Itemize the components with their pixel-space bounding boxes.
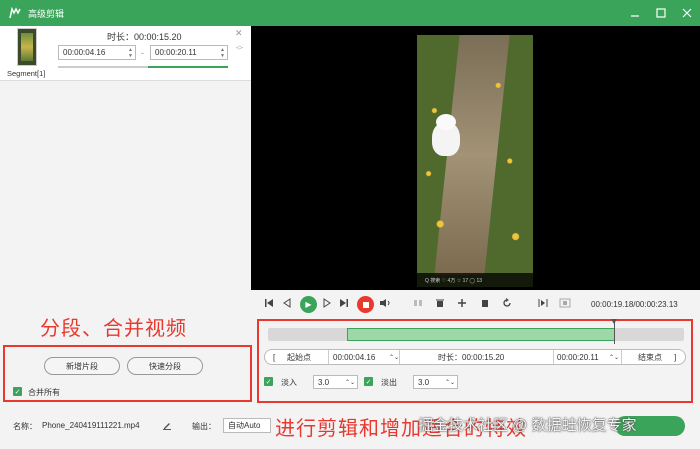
new-segment-button[interactable]: 新增片段 xyxy=(44,357,120,375)
fade-in-spinner-icon[interactable]: ⌃⌄ xyxy=(345,379,355,386)
add-icon[interactable] xyxy=(455,296,469,310)
split-icon[interactable] xyxy=(411,296,425,310)
play-button[interactable]: ▶ xyxy=(300,296,317,313)
fade-out-spinner-icon[interactable]: ⌃⌄ xyxy=(445,379,455,386)
timeline-selection[interactable] xyxy=(347,328,615,341)
remove-segment-icon[interactable]: ✕ xyxy=(235,28,243,39)
playhead[interactable] xyxy=(611,319,617,344)
set-end-button[interactable]: 结束点 xyxy=(638,350,662,364)
annotation-split-merge: 分段、合并视频 xyxy=(40,318,187,340)
stop-button[interactable] xyxy=(357,296,374,313)
skip-start-icon[interactable] xyxy=(262,296,276,310)
set-start-button[interactable]: 起始点 xyxy=(287,350,311,364)
end-spinner-icon[interactable]: ▲ ▼ xyxy=(220,47,225,59)
prev-frame-icon[interactable] xyxy=(280,296,294,310)
volume-icon[interactable] xyxy=(378,296,392,310)
fade-out-checkbox[interactable]: ✓ xyxy=(364,377,373,386)
segment-end-value: 00:00:20.11 xyxy=(155,48,197,57)
video-overlay-bar: Q 搜索 ♡ 4万 ☆ 17 ◯ 13 xyxy=(417,273,533,287)
quick-split-button[interactable]: 快速分段 xyxy=(127,357,203,375)
range-duration: 时长：00:00:15.20 xyxy=(438,352,505,362)
name-label: 名称： xyxy=(13,422,37,431)
segment-thumbnail[interactable] xyxy=(17,28,37,66)
window-title: 高级剪辑 xyxy=(28,8,65,19)
fade-in-field[interactable]: 3.0 ⌃⌄ xyxy=(313,375,358,389)
fade-in-value: 3.0 xyxy=(318,377,330,387)
filename-text: Phone_240419111221.mp4 xyxy=(42,421,140,430)
left-bracket-icon: [ xyxy=(273,352,276,362)
copy-icon[interactable] xyxy=(478,296,492,310)
segment-duration: 时长：00:00:15.20 xyxy=(107,32,182,42)
output-label: 输出： xyxy=(192,422,216,431)
video-frame: Q 搜索 ♡ 4万 ☆ 17 ◯ 13 xyxy=(417,35,533,287)
right-bracket-icon: ] xyxy=(674,352,677,362)
fade-out-label: 淡出 xyxy=(381,378,397,387)
watermark-text: 掘金技术社区 @ 数据蛙恢复专家 xyxy=(418,417,637,434)
start-spinner-icon[interactable]: ▲ ▼ xyxy=(128,47,133,59)
output-value: 自动Auto xyxy=(228,421,261,430)
mark-range-icon[interactable] xyxy=(536,296,550,310)
app-logo-icon xyxy=(8,7,22,19)
segment-start-field[interactable]: 00:00:04.16 ▲ ▼ xyxy=(58,45,136,60)
fade-out-value: 3.0 xyxy=(418,377,430,387)
fade-out-field[interactable]: 3.0 ⌃⌄ xyxy=(413,375,458,389)
close-icon[interactable] xyxy=(680,6,694,20)
range-start-spinner-icon[interactable]: ⌃⌄ xyxy=(389,350,399,364)
output-select[interactable]: 自动Auto xyxy=(223,418,271,433)
reset-icon[interactable] xyxy=(500,296,514,310)
next-frame-icon[interactable] xyxy=(320,296,334,310)
edit-name-icon[interactable] xyxy=(162,420,172,432)
segment-start-value: 00:00:04.16 xyxy=(63,48,106,57)
range-start-value[interactable]: 00:00:04.16 xyxy=(333,350,375,364)
fade-in-label: 淡入 xyxy=(281,378,297,387)
chevron-down-icon[interactable]: ﹀ xyxy=(236,46,243,56)
minimize-icon[interactable] xyxy=(628,6,642,20)
segment-progress xyxy=(58,66,228,68)
range-row: [ 起始点 00:00:04.16 ⌃⌄ 时长：00:00:15.20 00:0… xyxy=(264,349,686,365)
range-end-value[interactable]: 00:00:20.11 xyxy=(557,350,599,364)
fade-in-checkbox[interactable]: ✓ xyxy=(264,377,273,386)
skip-end-icon[interactable] xyxy=(337,296,351,310)
segment-separator: - xyxy=(141,48,144,58)
time-readout: 00:00:19.18/00:00:23.13 xyxy=(591,300,678,309)
maximize-icon[interactable] xyxy=(654,6,668,20)
segment-label: Segment[1] xyxy=(7,69,46,78)
segment-end-field[interactable]: 00:00:20.11 ▲ ▼ xyxy=(150,45,228,60)
delete-icon[interactable] xyxy=(433,296,447,310)
merge-all-checkbox[interactable]: ✓ xyxy=(13,387,22,396)
title-bar: 高级剪辑 xyxy=(0,0,700,26)
snapshot-icon[interactable] xyxy=(558,296,572,310)
range-end-spinner-icon[interactable]: ⌃⌄ xyxy=(609,350,619,364)
timeline-track[interactable] xyxy=(268,328,684,341)
merge-all-label: 合并所有 xyxy=(28,388,60,397)
